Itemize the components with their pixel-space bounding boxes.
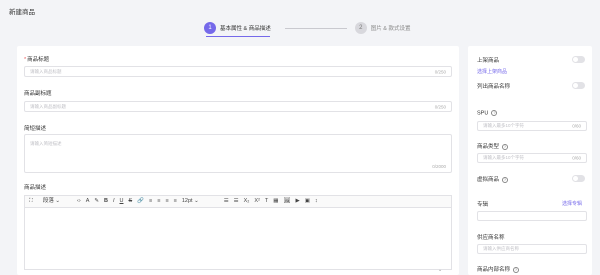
- spu-placeholder: 请输入最多10个字符: [483, 123, 525, 128]
- numbered-list-icon[interactable]: ☰: [234, 198, 239, 205]
- spu-label: SPU?: [477, 110, 498, 117]
- paragraph-select[interactable]: 段落 ⌄: [43, 197, 61, 205]
- supplier-placeholder: 请输入供应商名称: [483, 246, 519, 251]
- category-label: 专辑: [477, 202, 489, 208]
- product-type-input[interactable]: 请输入最多10个字符 0/60: [477, 153, 587, 163]
- supplier-input[interactable]: 请输入供应商名称: [477, 244, 587, 254]
- rich-text-editor-area[interactable]: [24, 208, 452, 270]
- stepper: 1 基本属性 & 商品描述 2 图片 & 款式设置: [204, 21, 410, 35]
- align-center-icon[interactable]: ≡: [157, 198, 160, 205]
- align-justify-icon[interactable]: ≡: [174, 198, 177, 205]
- font-color-icon[interactable]: A: [86, 198, 90, 205]
- emoji-icon[interactable]: ▣: [305, 198, 310, 205]
- help-icon: ?: [513, 266, 520, 273]
- virtual-toggle[interactable]: [572, 175, 585, 182]
- virtual-label: 虚拟商品?: [477, 176, 509, 183]
- product-title-placeholder: 请输入商品标题: [30, 68, 62, 74]
- help-icon: ?: [491, 110, 498, 116]
- link-icon[interactable]: 🔗: [137, 198, 144, 205]
- underline-button[interactable]: U: [119, 198, 123, 205]
- main-form-card: *商品标题 请输入商品标题 0/250 商品副标题 请输入商品副标题 0/250…: [17, 46, 459, 275]
- product-type-label: 商品类型?: [477, 143, 509, 150]
- bullet-list-icon[interactable]: ☰: [224, 198, 229, 205]
- chevron-down-icon: ⌄: [55, 197, 61, 204]
- product-type-count: 0/60: [572, 155, 581, 161]
- align-right-icon[interactable]: ≡: [165, 198, 168, 205]
- align-left-icon[interactable]: ≡: [149, 198, 152, 205]
- active-step-underline: [206, 36, 270, 37]
- category-input[interactable]: [477, 211, 587, 221]
- subscript-button[interactable]: X₂: [244, 198, 250, 205]
- step-2-label[interactable]: 图片 & 款式设置: [371, 24, 411, 32]
- bold-button[interactable]: B: [104, 198, 108, 205]
- video-icon[interactable]: ▶: [295, 198, 299, 205]
- page-title: 新建商品: [9, 9, 35, 16]
- description-label: 商品描述: [24, 185, 47, 191]
- help-icon: ?: [502, 176, 509, 183]
- code-icon[interactable]: ‹›: [77, 198, 81, 205]
- brief-label: 简短描述: [24, 126, 47, 132]
- sidebar-card: 上架商品 选择上架商品 列出商品名称 SPU? 请输入最多10个字符 0/60 …: [468, 46, 592, 275]
- strike-button[interactable]: S: [128, 198, 132, 205]
- table-icon[interactable]: ▦: [273, 198, 278, 205]
- product-subtitle-input[interactable]: 请输入商品副标题 0/250: [24, 101, 452, 112]
- italic-button[interactable]: I: [113, 198, 115, 205]
- fullscreen-icon[interactable]: ⛶: [29, 198, 33, 205]
- list-item-label: 列出商品名称: [477, 84, 511, 90]
- product-title-label: *商品标题: [24, 57, 50, 63]
- step-1-number[interactable]: 1: [204, 22, 216, 34]
- step-1-label[interactable]: 基本属性 & 商品描述: [220, 24, 271, 32]
- editor-toolbar: ⛶ 段落 ⌄ ‹› A ✎ B I U S 🔗 ≡ ≡ ≡ ≡ 12pt ⌄ ☰…: [24, 195, 452, 208]
- product-title-input[interactable]: 请输入商品标题 0/250: [24, 66, 452, 77]
- on-shelf-toggle[interactable]: [572, 56, 585, 63]
- brief-count: 0/2000: [432, 164, 446, 169]
- step-2-number[interactable]: 2: [354, 22, 367, 34]
- product-title-count: 0/250: [434, 69, 446, 74]
- select-category-link[interactable]: 选择专辑: [562, 200, 582, 207]
- chevron-down-icon: ⌄: [194, 197, 199, 204]
- help-icon: ?: [502, 143, 509, 150]
- spu-count: 0/60: [572, 123, 581, 129]
- line-height-icon[interactable]: ↕: [315, 198, 318, 205]
- step-connector: [284, 27, 347, 29]
- brief-textarea[interactable]: 请输入简短描述 0/2000: [24, 134, 452, 173]
- internal-name-label: 商品内部名称?: [477, 266, 520, 273]
- clear-format-icon[interactable]: T: [265, 198, 268, 205]
- product-subtitle-label: 商品副标题: [24, 91, 52, 97]
- font-size-select[interactable]: 12pt ⌄: [182, 197, 199, 205]
- list-item-toggle[interactable]: [572, 82, 585, 89]
- select-shelf-link[interactable]: 选择上架商品: [477, 68, 507, 75]
- supplier-label: 供应商名称: [477, 235, 505, 241]
- image-icon[interactable]: 🖼: [284, 198, 291, 205]
- highlight-icon[interactable]: ✎: [94, 198, 99, 205]
- product-subtitle-count: 0/250: [434, 104, 446, 109]
- product-subtitle-placeholder: 请输入商品副标题: [30, 103, 66, 109]
- brief-placeholder: 请输入简短描述: [30, 141, 62, 146]
- product-type-placeholder: 请输入最多10个字符: [483, 155, 525, 160]
- superscript-button[interactable]: X²: [254, 198, 260, 205]
- spu-input[interactable]: 请输入最多10个字符 0/60: [477, 121, 587, 131]
- chevron-down-icon[interactable]: ⌄: [438, 267, 442, 273]
- on-shelf-label: 上架商品: [477, 58, 500, 64]
